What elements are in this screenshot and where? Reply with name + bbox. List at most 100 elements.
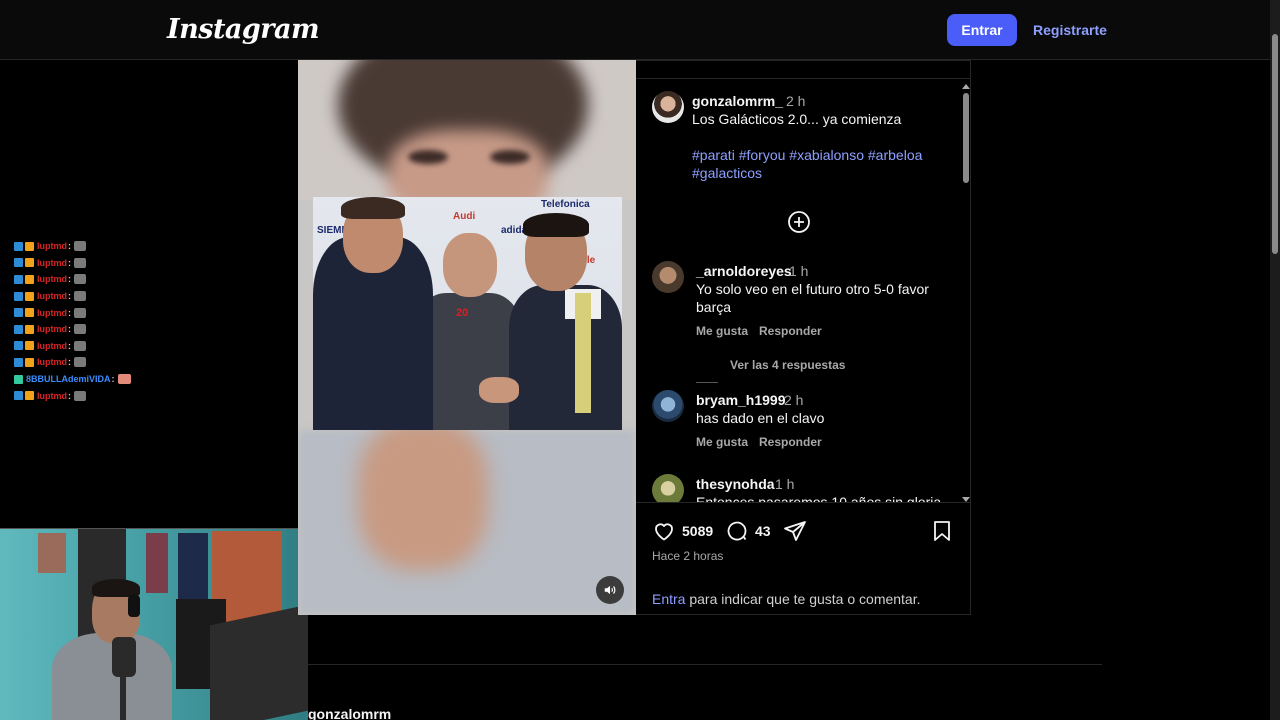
more-posts-username[interactable]: gonzalomrm xyxy=(308,706,391,720)
instagram-logo[interactable]: Instagram xyxy=(167,14,320,45)
chat-username: 8BBULLAdemiVIDA xyxy=(26,374,111,385)
section-divider xyxy=(308,664,1102,665)
headphones xyxy=(128,595,140,617)
badge-icon xyxy=(14,391,23,401)
comment-like-button[interactable]: Me gusta xyxy=(696,435,748,449)
comment-icon[interactable] xyxy=(725,519,749,543)
chat-username: luptmd xyxy=(37,390,67,401)
badge-icon xyxy=(25,258,34,268)
share-icon[interactable] xyxy=(783,519,807,543)
chat-message: 8BBULLAdemiVIDA: xyxy=(14,371,214,388)
commenter-username[interactable]: bryam_h1999 xyxy=(696,392,786,408)
author-username[interactable]: gonzalomrm_ xyxy=(692,93,783,109)
monitor xyxy=(210,604,308,720)
photo-person-left-hair xyxy=(341,197,405,219)
panel-header-remnant xyxy=(636,61,971,79)
comment-like-button[interactable]: Me gusta xyxy=(696,324,748,338)
commenter-username[interactable]: thesynohda xyxy=(696,476,775,492)
badge-icon xyxy=(14,291,23,301)
microphone xyxy=(112,637,136,677)
chat-message: luptmd: xyxy=(14,288,214,305)
comment-text: has dado en el clavo xyxy=(696,410,825,426)
chat-message: luptmd: xyxy=(14,271,214,288)
signup-link[interactable]: Registrarte xyxy=(1033,22,1107,38)
volume-icon xyxy=(604,585,616,595)
add-circle-icon[interactable] xyxy=(787,210,811,234)
commenter-avatar[interactable] xyxy=(652,474,684,502)
chat-username: luptmd xyxy=(37,340,67,351)
chat-username: luptmd xyxy=(37,324,67,335)
comment-reply-button[interactable]: Responder xyxy=(759,435,822,449)
caption-time: 2 h xyxy=(786,93,806,109)
comments-count[interactable]: 43 xyxy=(755,523,771,539)
comment-time: 1 h xyxy=(775,476,795,492)
chat-message: luptmd: xyxy=(14,321,214,338)
badge-icon xyxy=(14,341,23,351)
mute-button[interactable] xyxy=(596,576,624,604)
chat-username: luptmd xyxy=(37,307,67,318)
video-person-eye xyxy=(408,150,448,164)
commenter-username[interactable]: _arnoldoreyes xyxy=(696,263,792,279)
badge-icon xyxy=(25,341,34,351)
emote-icon xyxy=(74,324,86,335)
chat-message: luptmd: xyxy=(14,238,214,255)
badge-icon xyxy=(25,308,34,318)
scroll-up-arrow[interactable] xyxy=(962,84,970,89)
login-prompt: Entra para indicar que te gusta o coment… xyxy=(652,591,921,607)
view-replies-button[interactable]: Ver las 4 respuestas xyxy=(730,358,845,372)
stream-chat-overlay: luptmd: luptmd: luptmd: luptmd: luptmd: … xyxy=(14,238,214,404)
badge-icon xyxy=(14,274,23,284)
post-side-panel: gonzalomrm_ 2 h Los Galácticos 2.0... ya… xyxy=(636,60,971,615)
badge-icon xyxy=(14,357,23,367)
badge-icon xyxy=(14,258,23,268)
top-navbar: Instagram Entrar Registrarte xyxy=(0,0,1270,60)
comments-scrollbar-thumb[interactable] xyxy=(963,93,969,183)
bookmark-icon[interactable] xyxy=(930,519,954,543)
photo-person-right-hair xyxy=(523,213,589,237)
chat-message: luptmd: xyxy=(14,354,214,371)
chat-message: luptmd: xyxy=(14,387,214,404)
photo-badge: 20 xyxy=(456,307,469,319)
emote-icon xyxy=(74,274,86,285)
chat-username: luptmd xyxy=(37,291,67,302)
comment-text: Entonces pasaremos 10 años sin gloria xyxy=(696,494,942,502)
comments-scrollbar[interactable] xyxy=(961,79,971,502)
badge-icon xyxy=(14,308,23,318)
replies-divider xyxy=(696,382,718,383)
post-hashtags[interactable]: #parati #foryou #xabialonso #arbeloa #ga… xyxy=(692,146,942,182)
emote-icon xyxy=(74,390,86,401)
page-scrollbar[interactable] xyxy=(1270,0,1280,720)
chat-message: luptmd: xyxy=(14,304,214,321)
login-button[interactable]: Entrar xyxy=(947,14,1017,46)
comments-list[interactable]: gonzalomrm_ 2 h Los Galácticos 2.0... ya… xyxy=(636,79,961,502)
badge-icon xyxy=(14,324,23,334)
badge-icon xyxy=(14,374,23,384)
heart-icon[interactable] xyxy=(652,519,676,543)
wall-poster xyxy=(38,533,66,573)
wall-poster xyxy=(146,533,168,593)
login-link[interactable]: Entra xyxy=(652,591,685,607)
chat-message: luptmd: xyxy=(14,255,214,272)
chat-username: luptmd xyxy=(37,357,67,368)
mic-arm xyxy=(120,677,126,720)
likes-count[interactable]: 5089 xyxy=(682,523,713,539)
page-scrollbar-thumb[interactable] xyxy=(1272,34,1278,254)
comment-reply-button[interactable]: Responder xyxy=(759,324,822,338)
author-avatar[interactable] xyxy=(652,91,684,123)
chat-username: luptmd xyxy=(37,241,67,252)
badge-icon xyxy=(25,357,34,367)
chat-username: luptmd xyxy=(37,274,67,285)
inset-photo: SIEMENS mobile adidas Telefonica Audi 20 xyxy=(313,197,622,430)
post-caption: Los Galácticos 2.0... ya comienza xyxy=(692,111,902,127)
streamer-webcam xyxy=(0,528,308,720)
login-prompt-text: para indicar que te gusta o comentar. xyxy=(685,591,921,607)
badge-icon xyxy=(14,241,23,251)
badge-icon xyxy=(25,391,34,401)
badge-icon xyxy=(25,241,34,251)
commenter-avatar[interactable] xyxy=(652,390,684,422)
video-person-hand xyxy=(358,420,488,570)
commenter-avatar[interactable] xyxy=(652,261,684,293)
post-media[interactable]: SIEMENS mobile adidas Telefonica Audi 20 xyxy=(298,60,636,615)
emote-icon xyxy=(74,340,86,351)
photo-handshake xyxy=(479,377,519,403)
